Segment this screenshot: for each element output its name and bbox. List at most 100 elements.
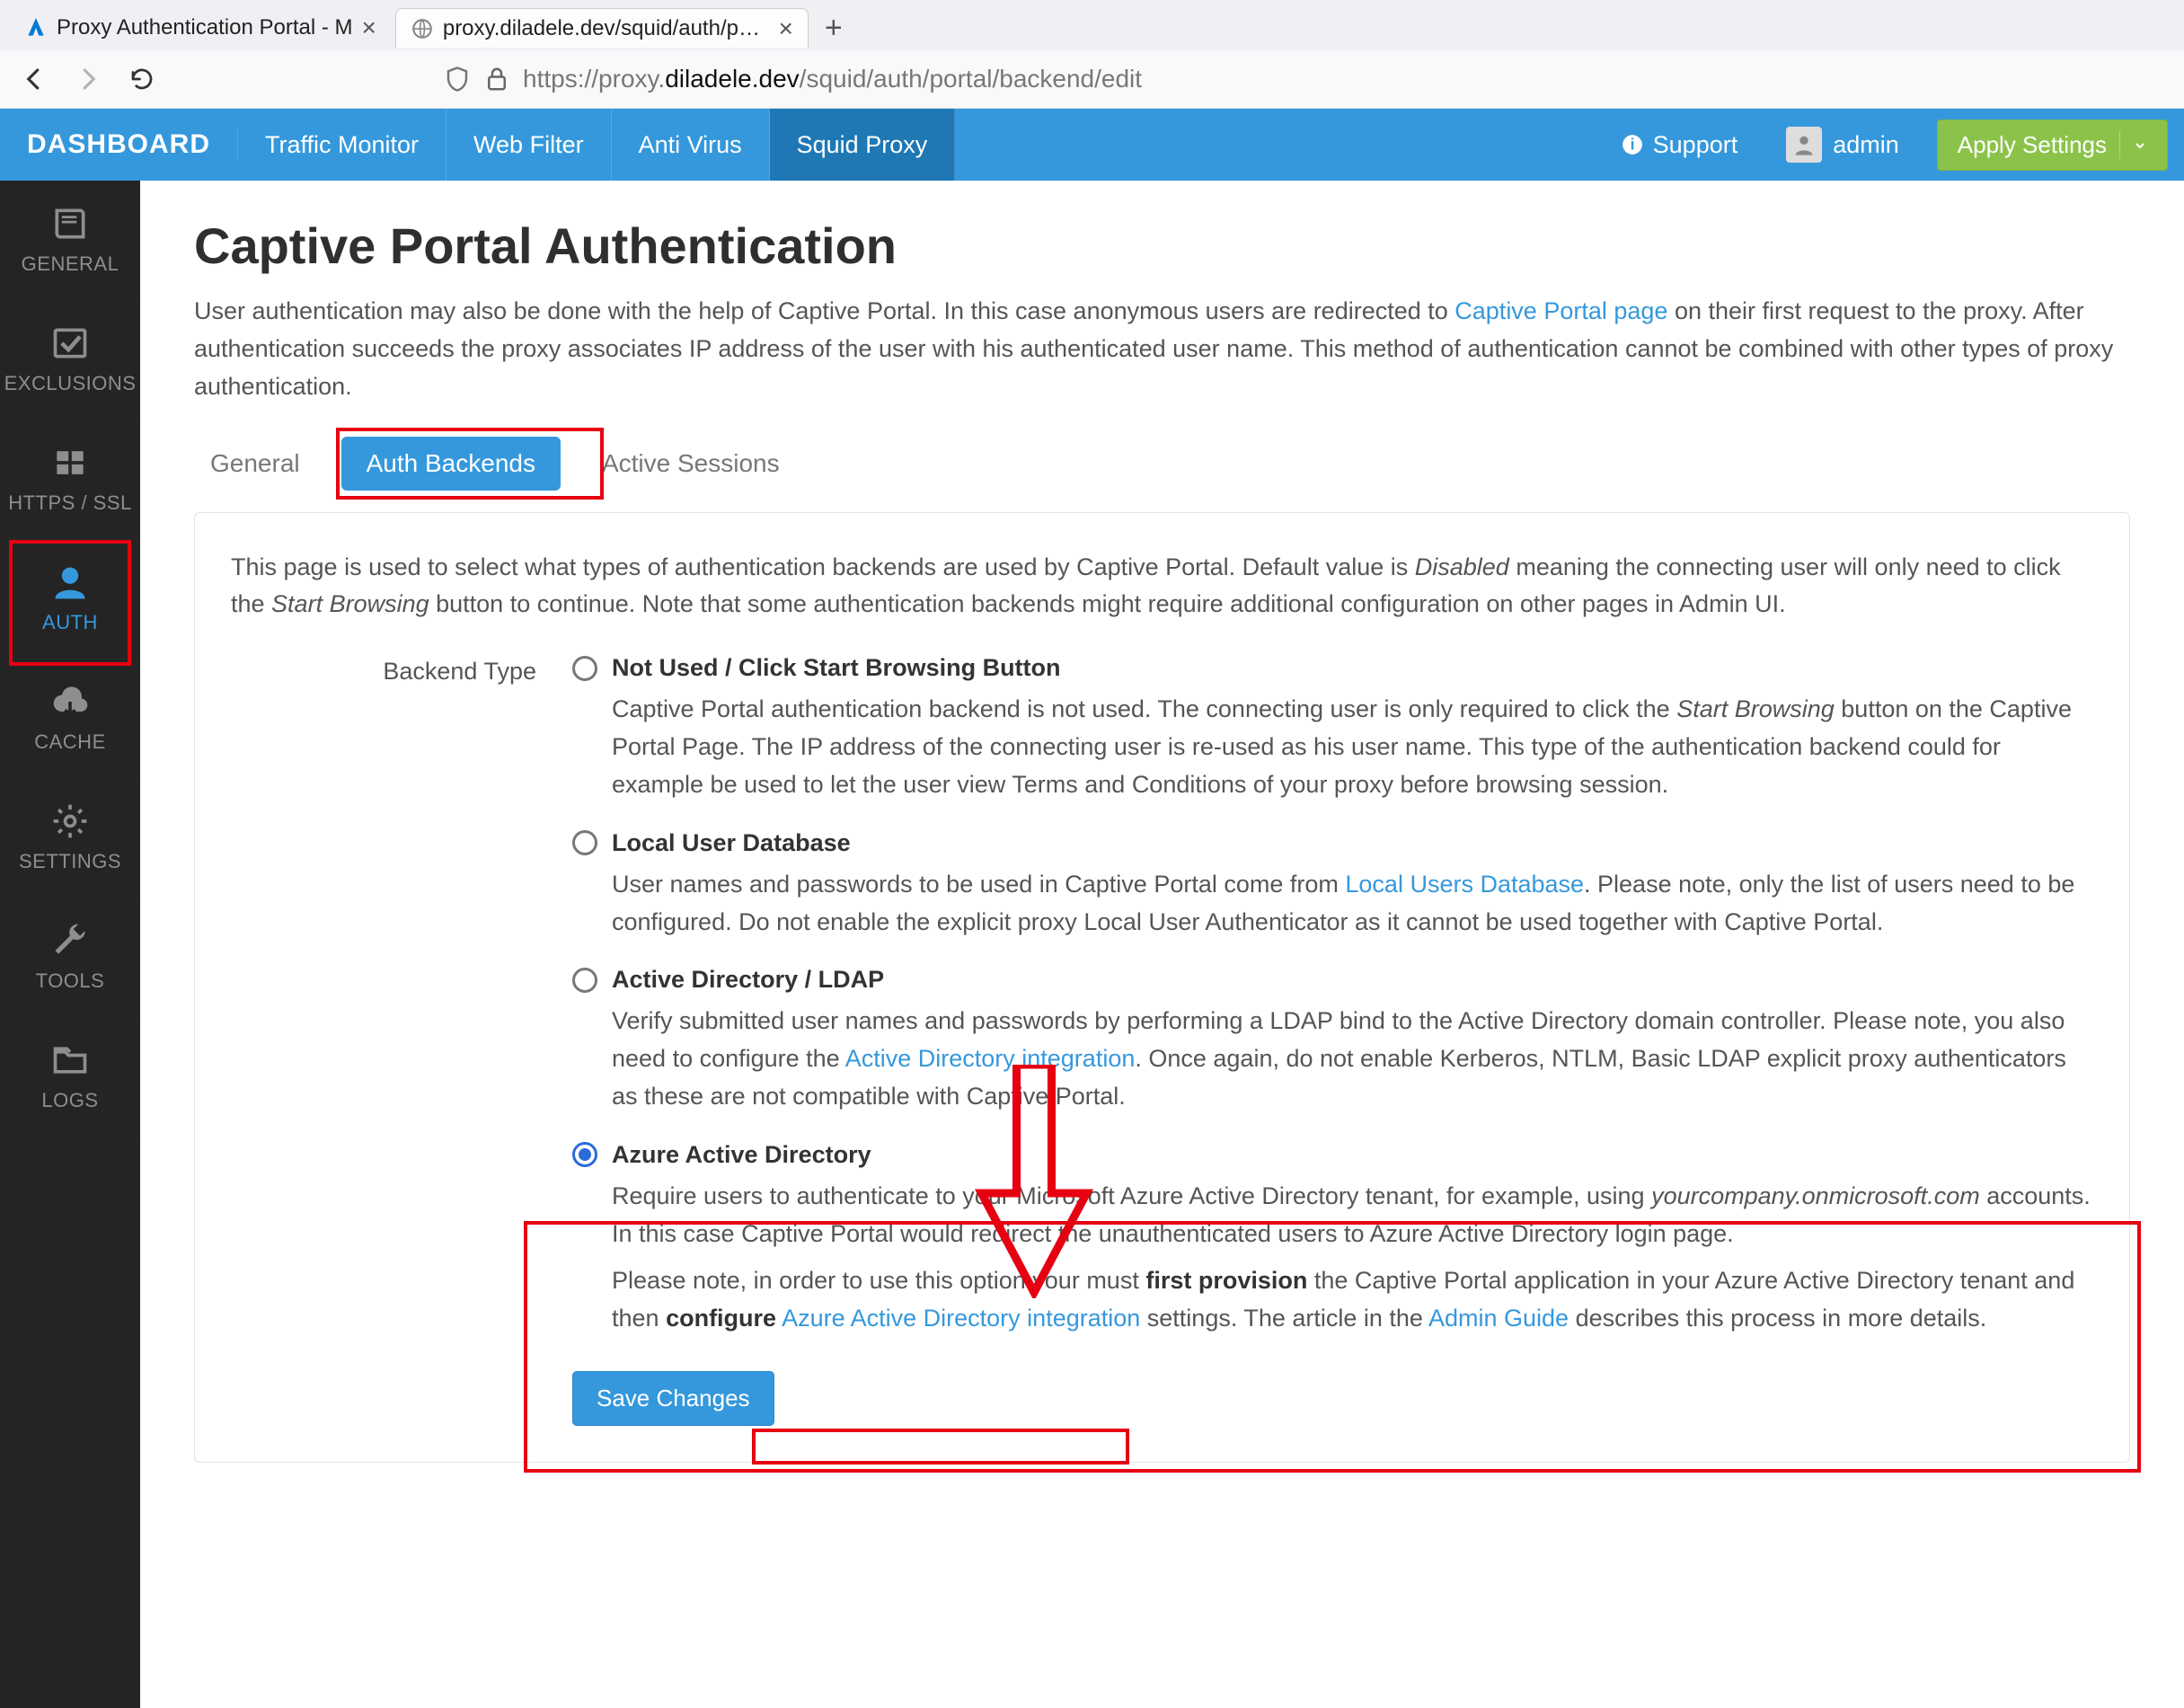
browser-tab-0[interactable]: Proxy Authentication Portal - M × xyxy=(9,8,392,48)
apply-settings-button[interactable]: Apply Settings xyxy=(1937,119,2168,171)
top-nav: Traffic Monitor Web Filter Anti Virus Sq… xyxy=(238,109,955,181)
reload-button[interactable] xyxy=(126,63,158,95)
tab-title: Proxy Authentication Portal - M xyxy=(57,15,352,40)
sidebar-item-logs[interactable]: LOGS xyxy=(0,1017,140,1137)
user-menu[interactable]: admin xyxy=(1764,127,1921,163)
admin-guide-link[interactable]: Admin Guide xyxy=(1428,1305,1569,1332)
lock-icon xyxy=(483,66,510,93)
radio-not-used[interactable] xyxy=(572,656,597,681)
option-title: Active Directory / LDAP xyxy=(612,966,884,994)
brand-logo[interactable]: DASHBOARD xyxy=(0,129,238,160)
avatar-icon xyxy=(1786,127,1822,163)
sidebar-item-general[interactable]: GENERAL xyxy=(0,181,140,300)
url-host: diladele.dev xyxy=(665,65,799,93)
page-intro: User authentication may also be done wit… xyxy=(194,293,2117,406)
sidebar-label: HTTPS / SSL xyxy=(8,491,132,515)
nav-anti-virus[interactable]: Anti Virus xyxy=(612,109,770,181)
radio-azure-ad[interactable] xyxy=(572,1142,597,1167)
url-text: https://proxy.diladele.dev/squid/auth/po… xyxy=(523,65,1142,93)
ad-integration-link[interactable]: Active Directory integration xyxy=(845,1045,1136,1072)
annotation-highlight xyxy=(752,1429,1129,1465)
cloud-download-icon xyxy=(50,682,90,721)
backend-type-label: Backend Type xyxy=(231,654,536,1426)
close-icon[interactable]: × xyxy=(778,16,792,41)
radio-ad-ldap[interactable] xyxy=(572,968,597,993)
gear-icon xyxy=(50,801,90,841)
save-changes-button[interactable]: Save Changes xyxy=(572,1371,774,1426)
wrench-icon xyxy=(50,921,90,960)
user-icon xyxy=(50,562,90,602)
check-box-icon xyxy=(50,323,90,363)
option-ad-ldap: Active Directory / LDAP Verify submitted… xyxy=(572,966,2093,1116)
nav-web-filter[interactable]: Web Filter xyxy=(447,109,612,181)
favicon-azure-icon xyxy=(24,16,48,40)
favicon-globe-icon xyxy=(411,17,434,40)
sidebar: GENERAL EXCLUSIONS HTTPS / SSL AUTH CACH… xyxy=(0,181,140,1708)
sidebar-item-cache[interactable]: CACHE xyxy=(0,659,140,778)
option-local-user-db: Local User Database User names and passw… xyxy=(572,829,2093,942)
option-desc: User names and passwords to be used in C… xyxy=(612,866,2093,942)
app-body: GENERAL EXCLUSIONS HTTPS / SSL AUTH CACH… xyxy=(0,181,2184,1708)
sidebar-label: SETTINGS xyxy=(19,850,121,873)
back-button[interactable] xyxy=(18,63,50,95)
forward-button[interactable] xyxy=(72,63,104,95)
apply-settings-label: Apply Settings xyxy=(1958,131,2107,159)
main-content: Captive Portal Authentication User authe… xyxy=(140,181,2184,1708)
sidebar-item-https-ssl[interactable]: HTTPS / SSL xyxy=(0,420,140,539)
backend-card: This page is used to select what types o… xyxy=(194,512,2130,1464)
close-icon[interactable]: × xyxy=(361,15,376,40)
sidebar-item-exclusions[interactable]: EXCLUSIONS xyxy=(0,300,140,420)
sidebar-label: CACHE xyxy=(34,730,106,754)
new-tab-button[interactable]: + xyxy=(812,11,855,46)
browser-nav-bar: https://proxy.diladele.dev/squid/auth/po… xyxy=(0,50,2184,109)
folder-open-icon xyxy=(50,1040,90,1080)
tab-auth-backends[interactable]: Auth Backends xyxy=(341,437,561,491)
sidebar-label: LOGS xyxy=(41,1089,98,1112)
grid-icon xyxy=(50,443,90,482)
sidebar-label: TOOLS xyxy=(36,969,105,993)
support-label: Support xyxy=(1653,131,1738,159)
local-users-db-link[interactable]: Local Users Database xyxy=(1345,871,1584,898)
browser-tab-1[interactable]: proxy.diladele.dev/squid/auth/porta × xyxy=(395,8,809,48)
book-icon xyxy=(50,204,90,243)
option-desc: Captive Portal authentication backend is… xyxy=(612,691,2093,804)
sidebar-label: EXCLUSIONS xyxy=(4,372,137,395)
option-azure-ad: Azure Active Directory Require users to … xyxy=(572,1141,2093,1337)
tab-general[interactable]: General xyxy=(194,437,316,491)
svg-text:i: i xyxy=(1630,135,1634,153)
nav-squid-proxy[interactable]: Squid Proxy xyxy=(770,109,956,181)
card-intro: This page is used to select what types o… xyxy=(231,549,2093,624)
tab-title: proxy.diladele.dev/squid/auth/porta xyxy=(443,16,770,41)
page-tabs: General Auth Backends Active Sessions xyxy=(194,437,2130,491)
chevron-down-icon[interactable] xyxy=(2119,131,2147,159)
browser-chrome: Proxy Authentication Portal - M × proxy.… xyxy=(0,0,2184,109)
tab-bar: Proxy Authentication Portal - M × proxy.… xyxy=(0,0,2184,50)
tab-active-sessions[interactable]: Active Sessions xyxy=(586,437,796,491)
backend-options: Not Used / Click Start Browsing Button C… xyxy=(572,654,2093,1426)
option-title: Azure Active Directory xyxy=(612,1141,871,1169)
page-title: Captive Portal Authentication xyxy=(194,217,2130,275)
sidebar-item-tools[interactable]: TOOLS xyxy=(0,898,140,1017)
support-link[interactable]: i Support xyxy=(1594,131,1765,159)
captive-portal-page-link[interactable]: Captive Portal page xyxy=(1455,297,1667,324)
sidebar-item-settings[interactable]: SETTINGS xyxy=(0,778,140,898)
option-title: Local User Database xyxy=(612,829,851,857)
info-icon: i xyxy=(1621,133,1644,156)
option-title: Not Used / Click Start Browsing Button xyxy=(612,654,1061,682)
radio-local-user-db[interactable] xyxy=(572,830,597,855)
aad-integration-link[interactable]: Azure Active Directory integration xyxy=(782,1305,1140,1332)
sidebar-label: AUTH xyxy=(42,611,98,634)
app-top-bar: DASHBOARD Traffic Monitor Web Filter Ant… xyxy=(0,109,2184,181)
option-desc: Verify submitted user names and password… xyxy=(612,1003,2093,1116)
shield-icon xyxy=(444,66,471,93)
address-bar[interactable]: https://proxy.diladele.dev/squid/auth/po… xyxy=(435,65,2166,93)
url-prefix: https://proxy. xyxy=(523,65,665,93)
sidebar-label: GENERAL xyxy=(22,252,119,276)
nav-traffic-monitor[interactable]: Traffic Monitor xyxy=(238,109,447,181)
option-desc-2: Please note, in order to use this option… xyxy=(612,1262,2093,1338)
option-not-used: Not Used / Click Start Browsing Button C… xyxy=(572,654,2093,804)
sidebar-item-auth[interactable]: AUTH xyxy=(0,539,140,659)
url-path: /squid/auth/portal/backend/edit xyxy=(800,65,1142,93)
option-desc: Require users to authenticate to your Mi… xyxy=(612,1178,2093,1253)
user-name: admin xyxy=(1833,131,1899,159)
